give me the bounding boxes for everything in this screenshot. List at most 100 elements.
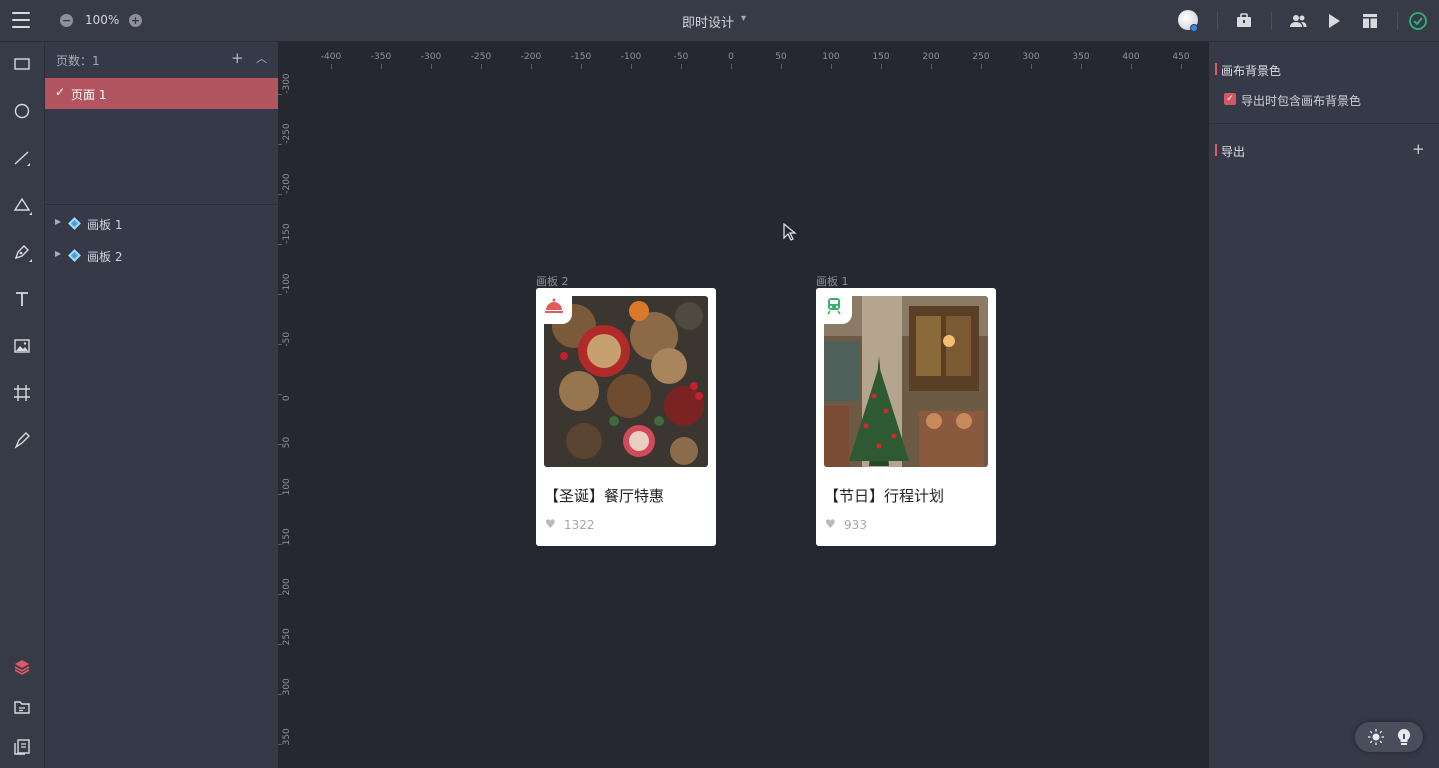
card-title: 【圣诞】餐厅特惠 [544, 487, 665, 505]
toolbox-icon[interactable] [1234, 11, 1254, 31]
layers-icon[interactable] [12, 657, 32, 677]
assets-folder-icon[interactable] [12, 697, 32, 717]
ruler-tick-label: 350 [282, 728, 292, 746]
ruler-tick [931, 64, 932, 69]
ruler-tick [278, 744, 282, 745]
document-title[interactable]: 即时设计 [682, 12, 734, 31]
saved-check-icon[interactable] [1408, 11, 1428, 31]
like-count: 933 [844, 518, 867, 532]
ruler-tick [481, 64, 482, 69]
online-status-dot [1190, 24, 1198, 32]
ruler-tick [278, 644, 282, 645]
artboard-card[interactable]: 【圣诞】餐厅特惠 ♥ 1322 [536, 288, 716, 546]
layout-icon[interactable] [1360, 11, 1380, 31]
zoom-out-icon[interactable]: − [60, 14, 73, 27]
polygon-tool-icon[interactable] [12, 195, 32, 215]
heart-icon[interactable]: ♥ [825, 517, 836, 531]
ruler-tick-label: -350 [370, 52, 392, 62]
slice-tool-icon[interactable] [12, 430, 32, 450]
artboard-label[interactable]: 画板 1 [816, 273, 849, 289]
section-marker [1215, 63, 1217, 75]
layer-item-artboard-1[interactable]: ▶ 画板 1 [45, 211, 278, 237]
ruler-tick-label: 150 [282, 528, 292, 546]
text-tool-icon[interactable] [12, 289, 32, 309]
ruler-tick-label: 250 [972, 52, 990, 62]
ruler-tick-label: -150 [570, 52, 592, 62]
ruler-tick [781, 64, 782, 69]
add-page-icon[interactable]: + [231, 49, 244, 67]
image-tool-icon[interactable] [12, 336, 32, 356]
include-background-checkbox[interactable]: ✓ [1224, 93, 1236, 105]
ruler-tick [631, 64, 632, 69]
ruler-tick-label: 150 [872, 52, 890, 62]
theme-toggle [1355, 722, 1423, 752]
train-icon [827, 298, 841, 315]
ruler-tick [278, 494, 282, 495]
artboard-tool-icon[interactable] [12, 383, 32, 403]
canvas[interactable]: -400 -350 -300 -250 -200 -150 -100 -50 0 50 100 150… [278, 42, 1209, 768]
inspector-panel: 画布背景色 ✓ 导出时包含画布背景色 导出 + [1209, 42, 1439, 768]
toolbar-divider [1271, 12, 1272, 30]
layer-item-artboard-2[interactable]: ▶ 画板 2 [45, 243, 278, 269]
play-icon[interactable] [1324, 11, 1344, 31]
tool-bar [0, 42, 45, 768]
ruler-tick-label: -150 [282, 223, 292, 244]
ruler-tick-label: -200 [282, 173, 292, 194]
ruler-tick [278, 544, 282, 545]
line-tool-icon[interactable] [12, 148, 32, 168]
chevron-down-icon[interactable]: ▾ [741, 13, 746, 24]
include-background-label[interactable]: 导出时包含画布背景色 [1241, 92, 1361, 109]
component-library-icon[interactable] [12, 737, 32, 757]
sun-icon[interactable] [1367, 728, 1385, 746]
panel-divider [1209, 123, 1439, 124]
ruler-tick [1181, 64, 1182, 69]
dish-cover-icon [545, 298, 563, 313]
ruler-tick-label: -300 [282, 73, 292, 94]
artboard-label[interactable]: 画板 2 [536, 273, 569, 289]
collaborators-icon[interactable] [1288, 11, 1308, 31]
lightbulb-icon[interactable] [1396, 728, 1412, 746]
horizontal-ruler: -400 -350 -300 -250 -200 -150 -100 -50 0 50 100 150… [278, 42, 1209, 70]
ruler-tick-label: -400 [320, 52, 342, 62]
ruler-tick [278, 594, 282, 595]
page-count: 页数：1 [56, 54, 100, 68]
pen-tool-icon[interactable] [12, 242, 32, 262]
caret-right-icon[interactable]: ▶ [55, 249, 61, 258]
zoom-in-icon[interactable]: + [129, 14, 142, 27]
ruler-tick-label: -50 [673, 52, 689, 62]
ellipse-tool-icon[interactable] [12, 101, 32, 121]
card-badge [536, 288, 572, 324]
ruler-tick-label: 200 [922, 52, 940, 62]
artboard-layer-icon [68, 217, 81, 230]
ruler-tick-label: 400 [1122, 52, 1140, 62]
ruler-tick-label: 0 [282, 395, 292, 402]
ruler-tick [881, 64, 882, 69]
ruler-tick [278, 444, 282, 445]
export-title: 导出 [1221, 145, 1246, 159]
page-item[interactable]: ✓ 页面 1 [45, 78, 278, 109]
ruler-tick [1131, 64, 1132, 69]
zoom-level[interactable]: 100% [85, 13, 119, 27]
ruler-tick [278, 144, 282, 145]
like-count: 1322 [564, 518, 595, 532]
menu-icon[interactable] [12, 12, 30, 28]
ruler-tick [278, 394, 282, 395]
ruler-tick-label: 200 [282, 578, 292, 596]
section-marker [1215, 144, 1217, 156]
caret-right-icon[interactable]: ▶ [55, 217, 61, 226]
heart-icon[interactable]: ♥ [545, 517, 556, 531]
food-photo [544, 296, 708, 467]
ruler-tick [381, 64, 382, 69]
ruler-tick [278, 694, 282, 695]
chevron-up-icon[interactable]: ︿ [256, 50, 267, 66]
ruler-tick [1081, 64, 1082, 69]
ruler-tick-label: 50 [775, 52, 787, 62]
rectangle-tool-icon[interactable] [12, 54, 32, 74]
artboard-card[interactable]: 【节日】行程计划 ♥ 933 [816, 288, 996, 546]
add-export-icon[interactable]: + [1412, 140, 1425, 158]
top-bar: − 100% + 即时设计 ▾ [0, 0, 1439, 42]
toolbar-divider [1217, 12, 1218, 30]
ruler-tick-label: 250 [282, 628, 292, 646]
ruler-tick-label: 100 [822, 52, 840, 62]
ruler-tick-label: 300 [1022, 52, 1040, 62]
